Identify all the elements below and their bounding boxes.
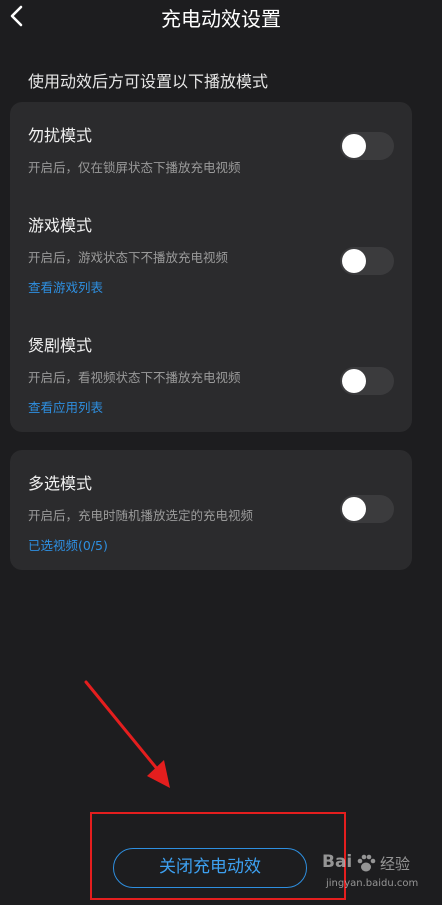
watermark-jingyan-text: 经验 [380,855,411,873]
baidu-watermark: Bai 经验 jingyan.baidu.com [322,852,440,902]
baidu-paw-icon [357,854,376,872]
close-charging-effect-button[interactable]: 关闭充电动效 [113,848,307,888]
watermark-logo-text: Bai [322,852,353,872]
watermark-url: jingyan.baidu.com [326,878,419,889]
red-arrow-annotation [84,680,170,788]
